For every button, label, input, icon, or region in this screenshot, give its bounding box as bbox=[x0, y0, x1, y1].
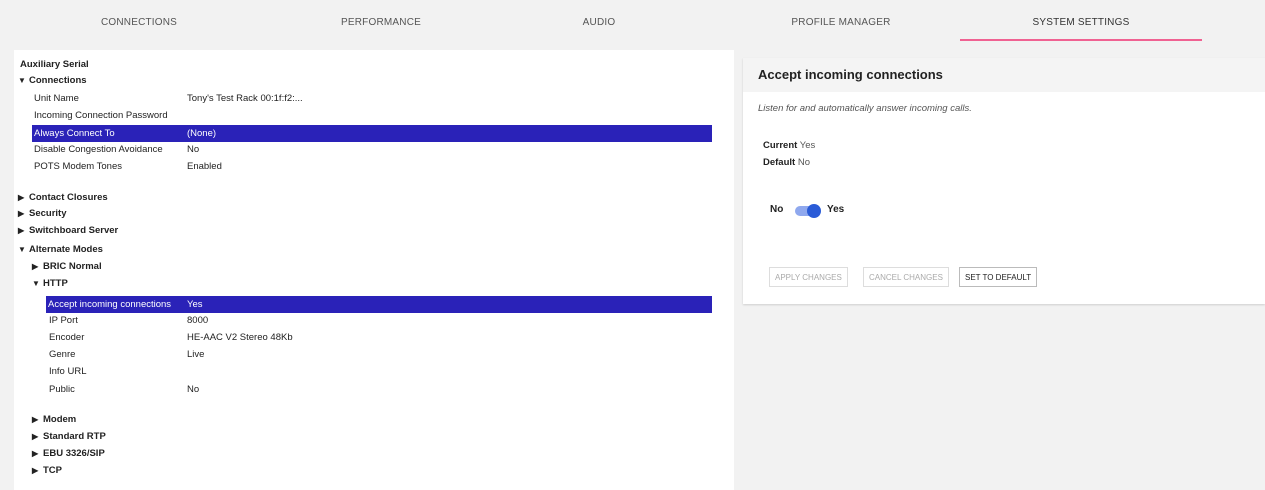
node-label: Security bbox=[29, 208, 67, 219]
node-label: Contact Closures bbox=[29, 192, 108, 203]
current-label: Current bbox=[763, 140, 798, 151]
tree-node-ebu-3326-sip[interactable]: ▶ EBU 3326/SIP bbox=[32, 448, 105, 459]
setting-value: HE-AAC V2 Stereo 48Kb bbox=[187, 332, 293, 343]
tree-node-alternate-modes[interactable]: ▼ Alternate Modes bbox=[18, 244, 103, 255]
node-label: Standard RTP bbox=[43, 431, 106, 442]
tree-node-standard-rtp[interactable]: ▶ Standard RTP bbox=[32, 431, 106, 442]
tree-row-encoder[interactable]: Encoder HE-AAC V2 Stereo 48Kb bbox=[14, 330, 734, 346]
setting-label: Incoming Connection Password bbox=[34, 110, 168, 121]
toggle-knob bbox=[807, 204, 821, 218]
tab-label: CONNECTIONS bbox=[100, 17, 178, 28]
collapsed-arrow-icon: ▶ bbox=[32, 415, 39, 424]
node-label: HTTP bbox=[43, 278, 68, 289]
tab-performance[interactable]: PERFORMANCE bbox=[260, 0, 502, 46]
apply-changes-button[interactable]: APPLY CHANGES bbox=[769, 267, 848, 287]
tab-connections[interactable]: CONNECTIONS bbox=[18, 0, 260, 46]
settings-tree: Auxiliary Serial ▼ Connections Unit Name … bbox=[14, 50, 734, 490]
setting-label: Disable Congestion Avoidance bbox=[34, 144, 163, 155]
tab-bar: CONNECTIONS PERFORMANCE AUDIO PROFILE MA… bbox=[0, 0, 1265, 46]
tree-row-disable-congestion[interactable]: Disable Congestion Avoidance No bbox=[14, 142, 734, 158]
setting-label: Public bbox=[49, 384, 75, 395]
setting-value: Enabled bbox=[187, 161, 222, 172]
tree-row-ip-port[interactable]: IP Port 8000 bbox=[14, 313, 734, 329]
node-label: Connections bbox=[29, 75, 87, 86]
node-label: TCP bbox=[43, 465, 62, 476]
tree-node-bric-normal[interactable]: ▶ BRIC Normal bbox=[32, 261, 102, 272]
active-tab-indicator bbox=[960, 39, 1202, 41]
setting-label: Info URL bbox=[49, 366, 87, 377]
setting-label: Unit Name bbox=[34, 93, 79, 104]
tree-node-contact-closures[interactable]: ▶ Contact Closures bbox=[18, 192, 108, 203]
collapsed-arrow-icon: ▶ bbox=[32, 262, 39, 271]
default-label: Default bbox=[763, 157, 796, 168]
setting-label: Always Connect To bbox=[34, 128, 115, 139]
setting-value: 8000 bbox=[187, 315, 209, 326]
detail-description: Listen for and automatically answer inco… bbox=[758, 103, 972, 114]
node-label: BRIC Normal bbox=[43, 261, 102, 272]
collapsed-arrow-icon: ▶ bbox=[32, 449, 39, 458]
tree-row-pots-modem-tones[interactable]: POTS Modem Tones Enabled bbox=[14, 159, 734, 175]
setting-label: Encoder bbox=[49, 332, 85, 343]
setting-detail-panel: Accept incoming connections Listen for a… bbox=[743, 58, 1265, 304]
setting-value: (None) bbox=[187, 128, 217, 139]
default-value: No bbox=[797, 157, 810, 168]
current-value: Yes bbox=[799, 140, 816, 151]
node-label: EBU 3326/SIP bbox=[43, 448, 105, 459]
tree-row-always-connect-to[interactable]: Always Connect To (None) bbox=[32, 125, 712, 142]
tree-row-public[interactable]: Public No bbox=[14, 382, 734, 398]
current-value-row: Current Yes bbox=[763, 140, 815, 151]
tab-profile-manager[interactable]: PROFILE MANAGER bbox=[720, 0, 962, 46]
tree-node-connections[interactable]: ▼ Connections bbox=[18, 75, 87, 86]
tree-row-info-url[interactable]: Info URL bbox=[14, 364, 734, 380]
setting-value: Tony's Test Rack 00:1f:f2:... bbox=[187, 93, 303, 104]
expanded-arrow-icon: ▼ bbox=[18, 76, 26, 85]
setting-label: Genre bbox=[49, 349, 76, 360]
tree-node-security[interactable]: ▶ Security bbox=[18, 208, 67, 219]
toggle-on-label: Yes bbox=[827, 204, 845, 215]
tab-system-settings[interactable]: SYSTEM SETTINGS bbox=[960, 0, 1202, 46]
setting-label: Accept incoming connections bbox=[48, 299, 172, 310]
cancel-changes-button[interactable]: CANCEL CHANGES bbox=[863, 267, 949, 287]
expanded-arrow-icon: ▼ bbox=[32, 279, 40, 288]
tree-node-switchboard-server[interactable]: ▶ Switchboard Server bbox=[18, 225, 118, 236]
expanded-arrow-icon: ▼ bbox=[18, 245, 26, 254]
setting-value: Yes bbox=[187, 299, 203, 310]
tree-row-unit-name[interactable]: Unit Name Tony's Test Rack 00:1f:f2:... bbox=[14, 91, 734, 107]
tab-label: AUDIO bbox=[582, 17, 616, 28]
node-label: Modem bbox=[43, 414, 77, 425]
tree-title: Auxiliary Serial bbox=[20, 59, 89, 70]
detail-header: Accept incoming connections bbox=[743, 58, 1265, 92]
collapsed-arrow-icon: ▶ bbox=[18, 193, 25, 202]
tree-row-incoming-password[interactable]: Incoming Connection Password bbox=[14, 108, 734, 124]
set-to-default-button[interactable]: SET TO DEFAULT bbox=[959, 267, 1038, 287]
tree-row-genre[interactable]: Genre Live bbox=[14, 347, 734, 363]
collapsed-arrow-icon: ▶ bbox=[18, 226, 25, 235]
node-label: Switchboard Server bbox=[29, 225, 119, 236]
tree-node-tcp[interactable]: ▶ TCP bbox=[32, 465, 62, 476]
tab-label: PROFILE MANAGER bbox=[791, 17, 891, 28]
setting-label: POTS Modem Tones bbox=[34, 161, 123, 172]
setting-value: Live bbox=[187, 349, 205, 360]
tab-label: SYSTEM SETTINGS bbox=[1032, 17, 1130, 28]
collapsed-arrow-icon: ▶ bbox=[18, 209, 25, 218]
setting-value: No bbox=[187, 144, 200, 155]
node-label: Alternate Modes bbox=[29, 244, 103, 255]
setting-label: IP Port bbox=[49, 315, 78, 326]
detail-title: Accept incoming connections bbox=[758, 67, 943, 82]
setting-value: No bbox=[187, 384, 200, 395]
default-value-row: Default No bbox=[763, 157, 810, 168]
tree-row-accept-incoming[interactable]: Accept incoming connections Yes bbox=[46, 296, 712, 313]
tree-node-modem[interactable]: ▶ Modem bbox=[32, 414, 76, 425]
toggle-switch[interactable] bbox=[795, 204, 821, 218]
tab-audio[interactable]: AUDIO bbox=[478, 0, 720, 46]
tab-label: PERFORMANCE bbox=[341, 17, 421, 28]
tree-node-http[interactable]: ▼ HTTP bbox=[32, 278, 68, 289]
collapsed-arrow-icon: ▶ bbox=[32, 466, 39, 475]
toggle-off-label: No bbox=[770, 204, 784, 215]
collapsed-arrow-icon: ▶ bbox=[32, 432, 39, 441]
